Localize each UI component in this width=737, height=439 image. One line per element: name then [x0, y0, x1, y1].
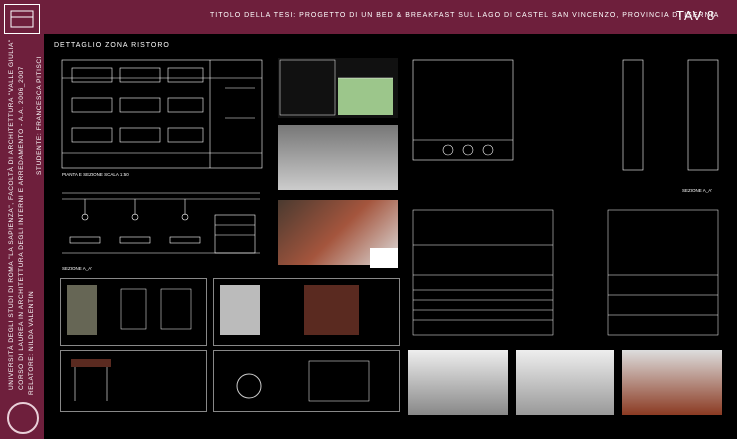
render-terrace [278, 125, 398, 190]
university-seal [7, 402, 39, 434]
render-note [370, 248, 398, 268]
render-counter-1 [408, 350, 508, 415]
render-counter-2 [516, 350, 614, 415]
materials-panel [213, 278, 400, 346]
section-heading: DETTAGLIO ZONA RISTORO [54, 42, 170, 49]
render-counter-3 [622, 350, 722, 415]
lighting-panel [213, 350, 400, 412]
table-detail-panel [60, 350, 207, 412]
floor-plan-drawing [60, 58, 265, 173]
logo-icon [10, 10, 34, 28]
logo [4, 4, 40, 34]
section-aa-label: SEZIONE A_A' [62, 266, 93, 271]
chair-detail-panel [60, 278, 207, 346]
plan-scale-label: PIANTA E SEZIONE SCALA 1:50 [62, 172, 129, 177]
thesis-title: TITOLO DELLA TESI: PROGETTO DI UN BED & … [210, 12, 720, 19]
counter-elevation [408, 50, 728, 190]
studente-label: STUDENTE: FRANCESCA PITISCI [36, 55, 43, 175]
sheet-number: TAV 8 [676, 8, 716, 23]
course-label: CORSO DI LAUREA IN ARCHITETTURA DEGLI IN… [18, 66, 25, 390]
counter-section [408, 205, 728, 340]
kitchen-plan [278, 58, 398, 118]
section-aa-right-label: SEZIONE A_A' [682, 188, 713, 193]
section-drawing [60, 185, 265, 265]
relatore-label: RELATORE: NILDA VALENTIN [28, 290, 35, 395]
university-label: UNIVERSITÀ DEGLI STUDI DI ROMA "LA SAPIE… [8, 39, 15, 390]
